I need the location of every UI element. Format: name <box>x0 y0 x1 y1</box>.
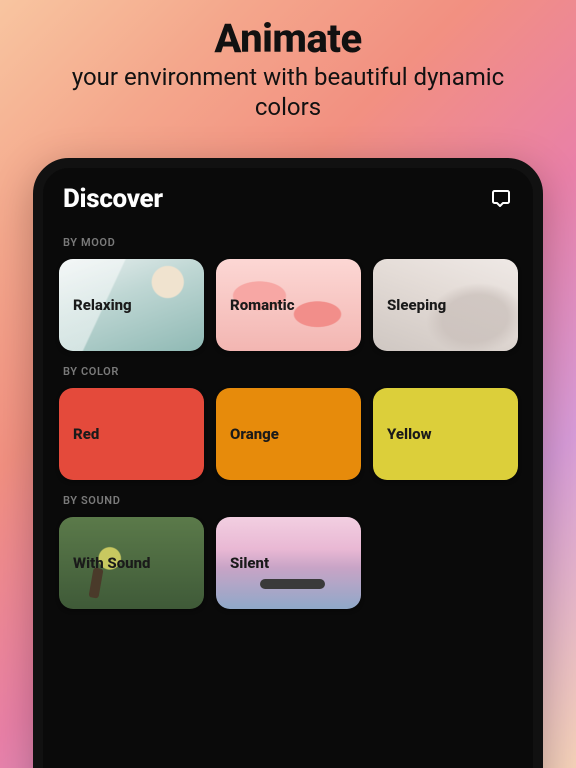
hero-title: Animate <box>40 18 536 60</box>
row-mood: Relaxing Romantic Sleeping <box>59 259 517 351</box>
card-label: Relaxing <box>59 296 132 314</box>
card-label: Red <box>59 425 99 443</box>
app-screen: Discover BY MOOD Relaxing Romantic <box>43 168 533 768</box>
card-relaxing[interactable]: Relaxing <box>59 259 204 351</box>
card-label: Silent <box>216 554 269 572</box>
card-with-sound[interactable]: With Sound <box>59 517 204 609</box>
section-label-color: BY COLOR <box>63 365 513 378</box>
card-orange[interactable]: Orange <box>216 388 361 480</box>
section-sound: BY SOUND With Sound Silent <box>59 494 517 609</box>
card-label: With Sound <box>59 554 151 572</box>
hero-subtitle: your environment with beautiful dynamic … <box>40 62 536 122</box>
card-label: Orange <box>216 425 279 443</box>
card-sleeping[interactable]: Sleeping <box>373 259 518 351</box>
section-label-mood: BY MOOD <box>63 236 513 249</box>
header: Discover <box>43 168 533 222</box>
section-label-sound: BY SOUND <box>63 494 513 507</box>
device-frame: Discover BY MOOD Relaxing Romantic <box>33 158 543 768</box>
card-romantic[interactable]: Romantic <box>216 259 361 351</box>
card-red[interactable]: Red <box>59 388 204 480</box>
page-title: Discover <box>63 184 163 214</box>
row-color: Red Orange Yellow <box>59 388 517 480</box>
row-sound: With Sound Silent <box>59 517 517 609</box>
card-label: Romantic <box>216 296 295 314</box>
card-yellow[interactable]: Yellow <box>373 388 518 480</box>
section-color: BY COLOR Red Orange Yellow <box>59 365 517 480</box>
content: BY MOOD Relaxing Romantic Sleeping BY CO… <box>43 222 533 768</box>
card-silent[interactable]: Silent <box>216 517 361 609</box>
hero: Animate your environment with beautiful … <box>0 0 576 130</box>
card-label: Yellow <box>373 425 432 443</box>
chat-icon[interactable] <box>489 187 513 211</box>
section-mood: BY MOOD Relaxing Romantic Sleeping <box>59 236 517 351</box>
card-label: Sleeping <box>373 296 446 314</box>
